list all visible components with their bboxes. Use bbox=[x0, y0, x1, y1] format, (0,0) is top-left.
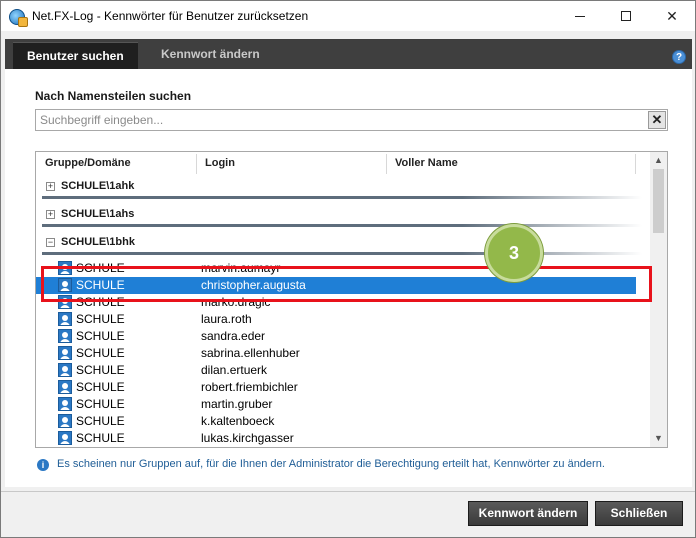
clear-search-button[interactable]: ✕ bbox=[648, 111, 666, 129]
group-divider bbox=[42, 196, 642, 199]
row-login: sandra.eder bbox=[201, 329, 266, 343]
info-icon: i bbox=[37, 459, 49, 471]
group-label: SCHULE\1ahs bbox=[61, 208, 135, 220]
user-icon bbox=[58, 380, 72, 394]
app-logo-icon bbox=[9, 9, 28, 27]
maximize-icon bbox=[621, 11, 631, 21]
row-login: martin.gruber bbox=[201, 397, 273, 411]
title-bar: Net.FX-Log - Kennwörter für Benutzer zur… bbox=[1, 1, 695, 31]
group-divider bbox=[42, 252, 642, 255]
scroll-up-icon[interactable]: ▲ bbox=[650, 152, 667, 169]
user-icon bbox=[58, 431, 72, 445]
step-badge: 3 bbox=[485, 224, 543, 282]
table-row[interactable]: SCHULE laura.roth bbox=[36, 311, 636, 328]
column-divider[interactable] bbox=[196, 154, 197, 174]
column-header-group[interactable]: Gruppe/Domäne bbox=[45, 157, 131, 169]
row-login: k.kaltenboeck bbox=[201, 414, 275, 428]
column-header-login[interactable]: Login bbox=[205, 157, 235, 169]
search-box: ✕ bbox=[35, 109, 668, 131]
collapse-icon[interactable]: − bbox=[46, 238, 55, 247]
expand-icon[interactable]: + bbox=[46, 210, 55, 219]
row-login: laura.roth bbox=[201, 312, 252, 326]
column-divider[interactable] bbox=[635, 154, 636, 174]
user-icon bbox=[58, 363, 72, 377]
expand-icon[interactable]: + bbox=[46, 182, 55, 191]
table-row[interactable]: SCHULE lukas.kirchgasser bbox=[36, 430, 636, 447]
user-icon bbox=[58, 346, 72, 360]
scrollbar-thumb[interactable] bbox=[653, 169, 664, 233]
row-group: SCHULE bbox=[76, 380, 125, 394]
search-input[interactable] bbox=[36, 110, 640, 130]
vertical-scrollbar[interactable]: ▲ ▼ bbox=[650, 152, 667, 447]
group-label: SCHULE\1bhk bbox=[61, 236, 135, 248]
row-group: SCHULE bbox=[76, 414, 125, 428]
search-label: Nach Namensteilen suchen bbox=[35, 89, 192, 103]
user-icon bbox=[58, 414, 72, 428]
minimize-icon bbox=[575, 15, 585, 17]
scroll-down-icon[interactable]: ▼ bbox=[650, 430, 667, 447]
maximize-button[interactable] bbox=[603, 1, 649, 31]
change-password-button[interactable]: Kennwort ändern bbox=[468, 501, 588, 526]
dialog-window: Net.FX-Log - Kennwörter für Benutzer zur… bbox=[0, 0, 696, 538]
row-login: robert.friembichler bbox=[201, 380, 298, 394]
info-text: Es scheinen nur Gruppen auf, für die Ihn… bbox=[57, 458, 605, 470]
group-label: SCHULE\1ahk bbox=[61, 180, 135, 192]
table-row[interactable]: SCHULE dilan.ertuerk bbox=[36, 362, 636, 379]
tab-bar: Benutzer suchen Kennwort ändern ? bbox=[5, 39, 692, 69]
table-row[interactable]: SCHULE robert.friembichler bbox=[36, 379, 636, 396]
close-window-button[interactable]: ✕ bbox=[649, 1, 695, 31]
annotation-highlight-box bbox=[41, 266, 652, 302]
row-group: SCHULE bbox=[76, 431, 125, 445]
table-row[interactable]: SCHULE sabrina.ellenhuber bbox=[36, 345, 636, 362]
group-row[interactable]: + SCHULE\1ahs bbox=[36, 204, 650, 232]
close-icon: ✕ bbox=[666, 7, 678, 24]
user-icon bbox=[58, 329, 72, 343]
row-login: lukas.kirchgasser bbox=[201, 431, 294, 445]
window-title: Net.FX-Log - Kennwörter für Benutzer zur… bbox=[32, 9, 309, 23]
help-icon[interactable]: ? bbox=[672, 50, 686, 64]
group-divider bbox=[42, 224, 642, 227]
table-row[interactable]: SCHULE martin.gruber bbox=[36, 396, 636, 413]
row-group: SCHULE bbox=[76, 329, 125, 343]
table-row[interactable]: SCHULE k.kaltenboeck bbox=[36, 413, 636, 430]
table-row[interactable]: SCHULE sandra.eder bbox=[36, 328, 636, 345]
row-group: SCHULE bbox=[76, 397, 125, 411]
group-row[interactable]: + SCHULE\1ahk bbox=[36, 176, 650, 204]
close-button[interactable]: Schließen bbox=[595, 501, 683, 526]
user-icon bbox=[58, 397, 72, 411]
row-group: SCHULE bbox=[76, 346, 125, 360]
tab-benutzer-suchen[interactable]: Benutzer suchen bbox=[13, 42, 138, 69]
user-icon bbox=[58, 312, 72, 326]
grid-header: Gruppe/Domäne Login Voller Name bbox=[36, 152, 650, 176]
tab-kennwort-aendern[interactable]: Kennwort ändern bbox=[147, 39, 274, 69]
footer-bar: Kennwort ändern Schließen bbox=[1, 491, 695, 537]
row-login: sabrina.ellenhuber bbox=[201, 346, 300, 360]
column-divider[interactable] bbox=[386, 154, 387, 174]
row-login: dilan.ertuerk bbox=[201, 363, 268, 377]
row-group: SCHULE bbox=[76, 312, 125, 326]
group-row[interactable]: − SCHULE\1bhk bbox=[36, 232, 650, 260]
minimize-button[interactable] bbox=[557, 1, 603, 31]
column-header-full-name[interactable]: Voller Name bbox=[395, 157, 458, 169]
row-group: SCHULE bbox=[76, 363, 125, 377]
